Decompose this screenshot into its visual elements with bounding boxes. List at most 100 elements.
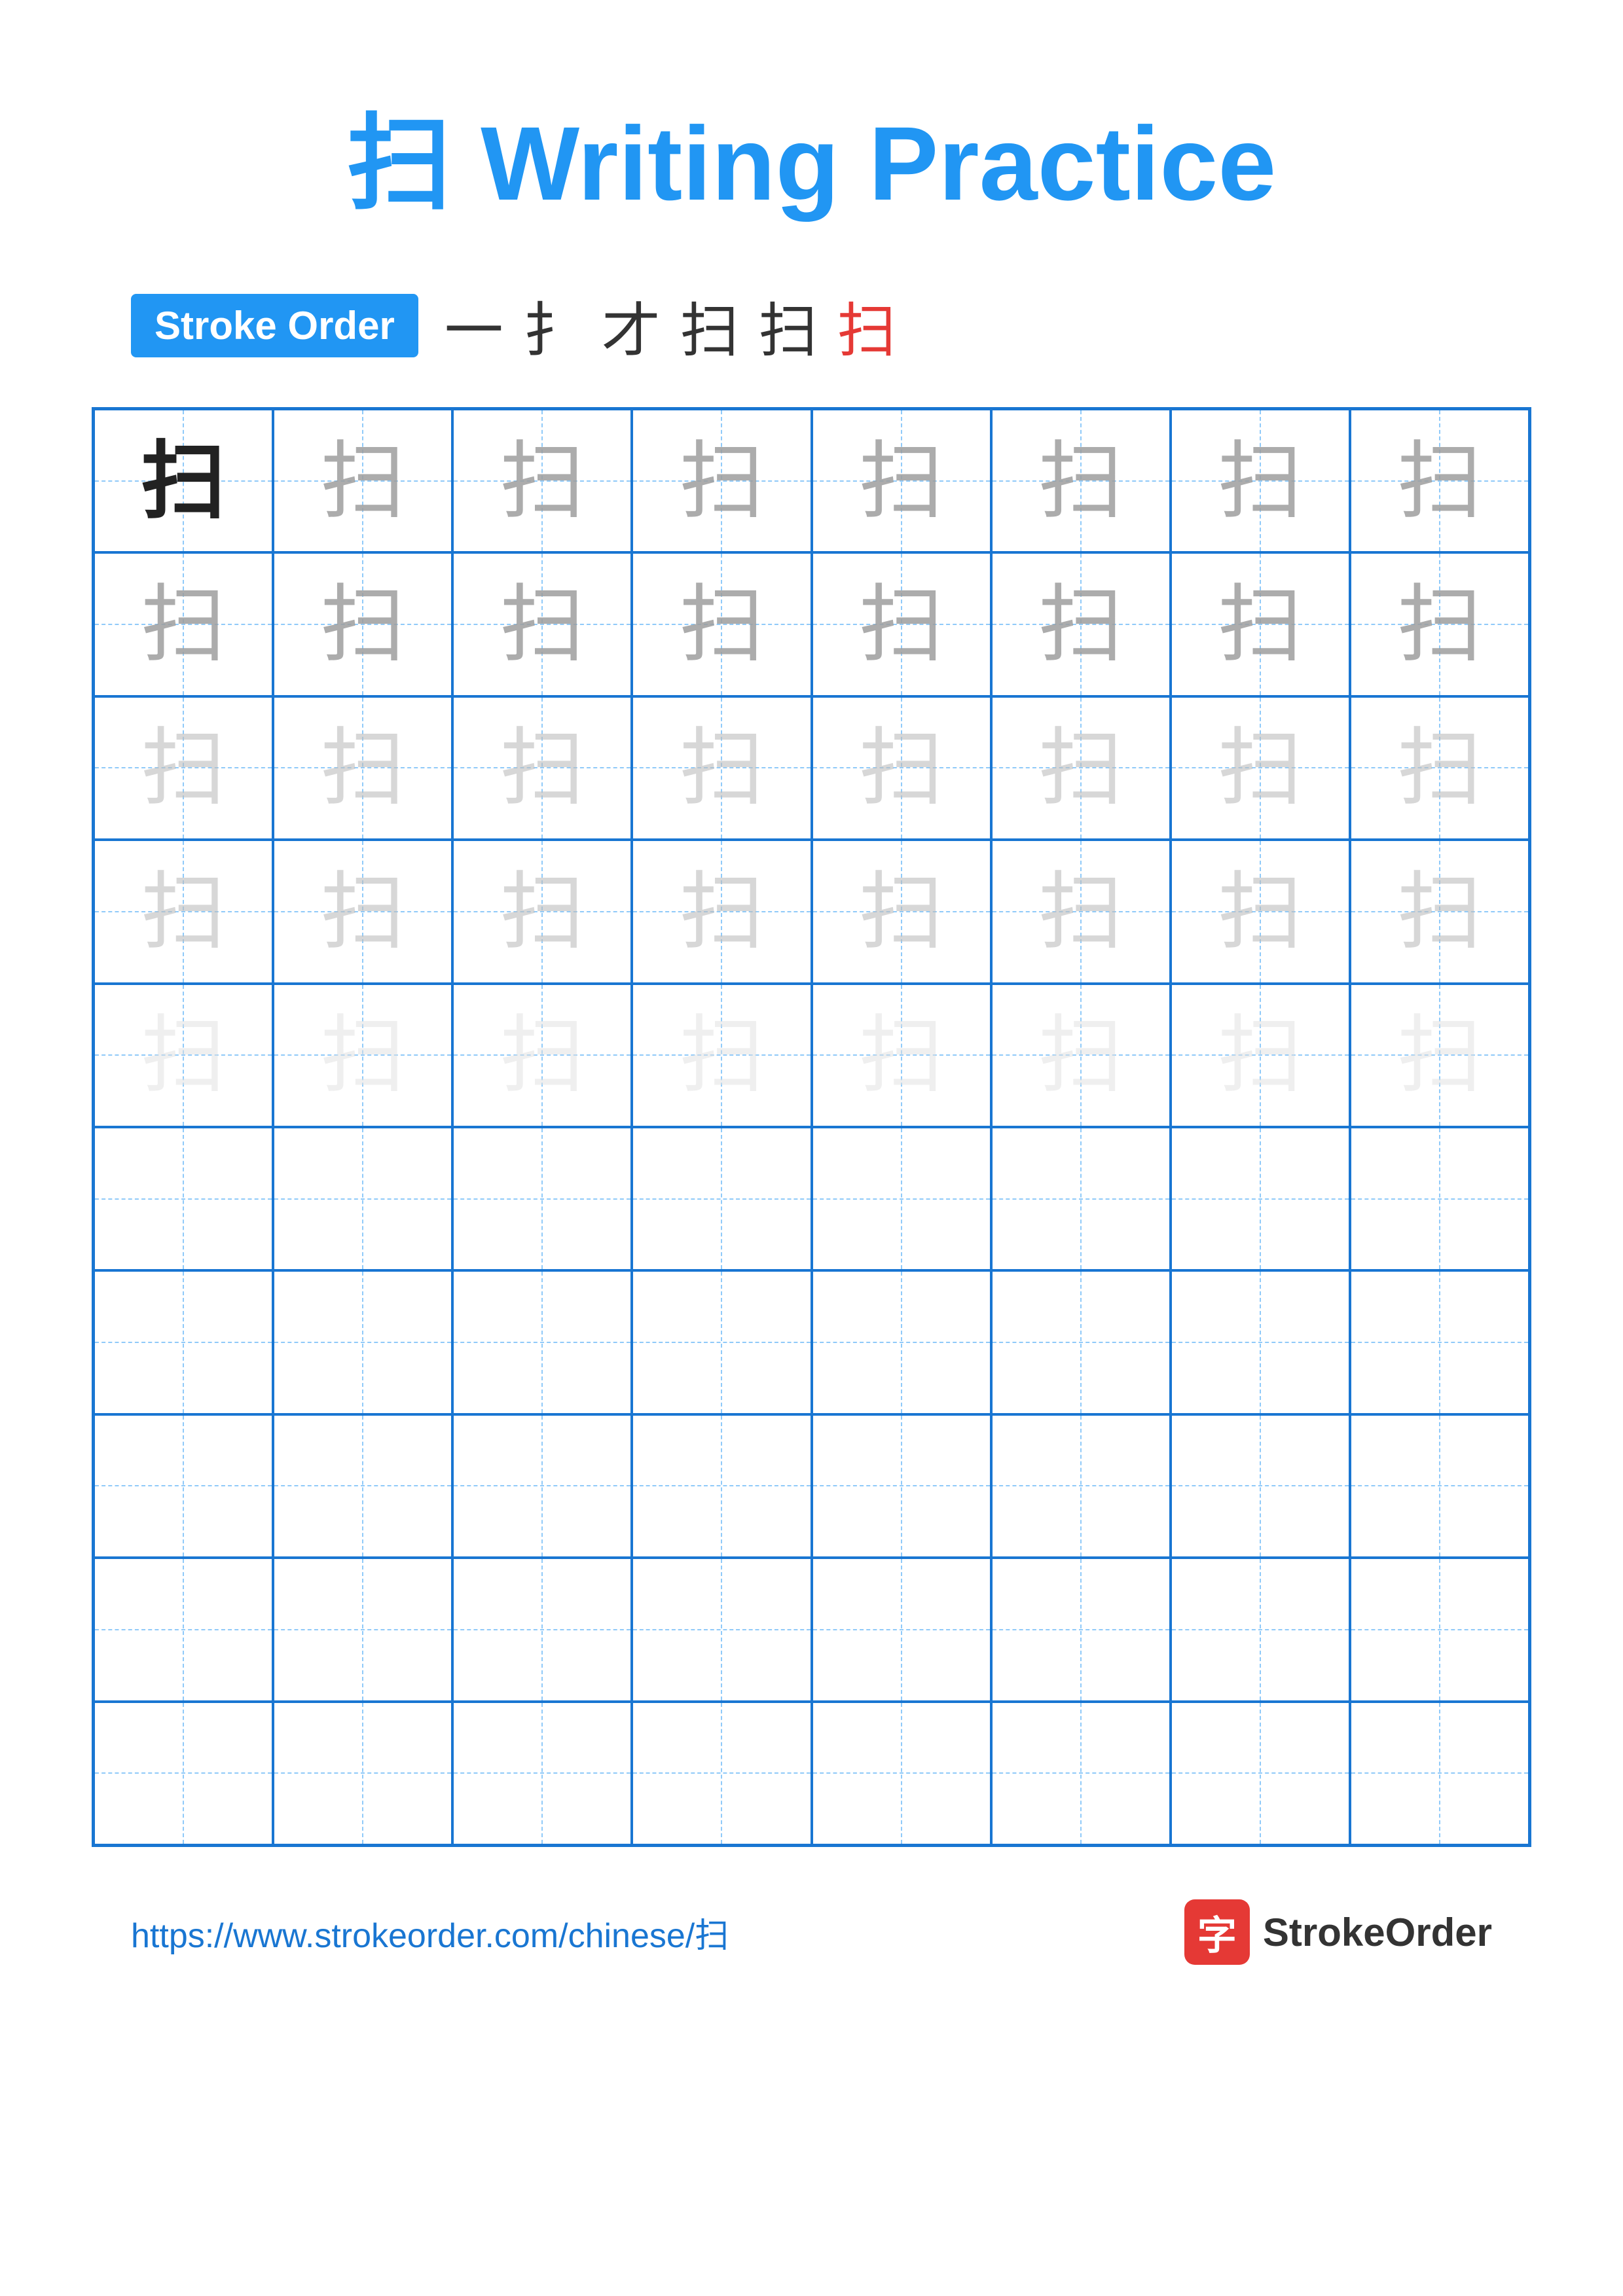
grid-cell[interactable] xyxy=(1171,1127,1350,1270)
grid-cell[interactable]: 扫 xyxy=(273,696,452,840)
grid-cell[interactable] xyxy=(812,1558,991,1701)
footer: https://www.strokeorder.com/chinese/扫 字 … xyxy=(92,1899,1531,1965)
grid-cell[interactable] xyxy=(991,1702,1171,1845)
grid-cell[interactable] xyxy=(273,1270,452,1414)
grid-cell[interactable] xyxy=(1350,1414,1529,1558)
grid-cell[interactable]: 扫 xyxy=(1350,696,1529,840)
grid-cell[interactable] xyxy=(991,1414,1171,1558)
grid-cell[interactable] xyxy=(1350,1702,1529,1845)
grid-cell[interactable] xyxy=(94,1558,273,1701)
brand-name: StrokeOrder xyxy=(1263,1910,1492,1955)
grid-cell[interactable]: 扫 xyxy=(452,840,632,983)
grid-cell[interactable] xyxy=(1171,1270,1350,1414)
grid-cell[interactable] xyxy=(991,1127,1171,1270)
grid-cell[interactable]: 扫 xyxy=(1350,840,1529,983)
practice-grid[interactable]: 扫 扫 扫 扫 扫 扫 扫 扫 扫 扫 扫 扫 扫 扫 扫 扫 扫 扫 扫 扫 … xyxy=(92,407,1531,1847)
grid-cell[interactable] xyxy=(1171,1702,1350,1845)
practice-char: 扫 xyxy=(141,582,226,667)
grid-cell[interactable] xyxy=(1350,1270,1529,1414)
practice-char: 扫 xyxy=(141,1013,226,1098)
grid-cell[interactable] xyxy=(1350,1127,1529,1270)
grid-cell[interactable]: 扫 xyxy=(632,984,811,1127)
grid-cell[interactable]: 扫 xyxy=(273,552,452,696)
grid-cell[interactable]: 扫 xyxy=(94,696,273,840)
grid-cell[interactable] xyxy=(812,1127,991,1270)
footer-url[interactable]: https://www.strokeorder.com/chinese/扫 xyxy=(131,1908,729,1957)
grid-cell[interactable]: 扫 xyxy=(1350,552,1529,696)
practice-char: 扫 xyxy=(1038,439,1123,524)
grid-cell[interactable] xyxy=(1350,1558,1529,1701)
practice-char: 扫 xyxy=(500,1013,585,1098)
grid-cell[interactable] xyxy=(452,1702,632,1845)
grid-cell[interactable]: 扫 xyxy=(94,409,273,552)
grid-cell[interactable] xyxy=(452,1270,632,1414)
grid-cell[interactable]: 扫 xyxy=(632,409,811,552)
grid-cell[interactable]: 扫 xyxy=(94,552,273,696)
grid-cell[interactable] xyxy=(632,1702,811,1845)
grid-cell[interactable]: 扫 xyxy=(1350,984,1529,1127)
grid-cell[interactable]: 扫 xyxy=(812,696,991,840)
grid-cell[interactable]: 扫 xyxy=(452,409,632,552)
practice-char: 扫 xyxy=(1218,439,1303,524)
grid-cell[interactable]: 扫 xyxy=(812,552,991,696)
grid-cell[interactable] xyxy=(632,1414,811,1558)
grid-cell[interactable]: 扫 xyxy=(1350,409,1529,552)
grid-cell[interactable]: 扫 xyxy=(991,552,1171,696)
grid-cell[interactable]: 扫 xyxy=(273,409,452,552)
grid-cell[interactable]: 扫 xyxy=(1171,552,1350,696)
practice-char: 扫 xyxy=(141,869,226,954)
grid-cell[interactable] xyxy=(94,1127,273,1270)
grid-cell[interactable] xyxy=(1171,1558,1350,1701)
grid-cell[interactable]: 扫 xyxy=(1171,696,1350,840)
grid-cell[interactable] xyxy=(273,1558,452,1701)
grid-cell[interactable] xyxy=(94,1270,273,1414)
grid-cell[interactable] xyxy=(632,1558,811,1701)
grid-cell[interactable] xyxy=(273,1702,452,1845)
grid-cell[interactable] xyxy=(812,1414,991,1558)
grid-cell[interactable]: 扫 xyxy=(812,409,991,552)
practice-char: 扫 xyxy=(1038,725,1123,810)
stroke-steps: 一 扌 才 扫 扫 扫 xyxy=(445,283,896,368)
grid-cell[interactable]: 扫 xyxy=(991,840,1171,983)
grid-cell[interactable] xyxy=(991,1270,1171,1414)
practice-char: 扫 xyxy=(1397,1013,1482,1098)
grid-cell[interactable]: 扫 xyxy=(273,984,452,1127)
grid-cell[interactable]: 扫 xyxy=(812,984,991,1127)
grid-cell[interactable]: 扫 xyxy=(94,840,273,983)
grid-cell[interactable]: 扫 xyxy=(632,696,811,840)
grid-cell[interactable]: 扫 xyxy=(94,984,273,1127)
grid-cell[interactable] xyxy=(812,1702,991,1845)
grid-cell[interactable] xyxy=(632,1270,811,1414)
grid-cell[interactable]: 扫 xyxy=(452,984,632,1127)
footer-brand: 字 StrokeOrder xyxy=(1184,1899,1492,1965)
practice-char: 扫 xyxy=(859,869,944,954)
practice-char: 扫 xyxy=(1397,439,1482,524)
grid-cell[interactable] xyxy=(452,1127,632,1270)
grid-cell[interactable]: 扫 xyxy=(1171,840,1350,983)
grid-cell[interactable]: 扫 xyxy=(273,840,452,983)
grid-cell[interactable] xyxy=(94,1414,273,1558)
practice-char: 扫 xyxy=(1038,1013,1123,1098)
grid-cell[interactable] xyxy=(1171,1414,1350,1558)
grid-cell[interactable] xyxy=(94,1702,273,1845)
grid-cell[interactable]: 扫 xyxy=(452,696,632,840)
grid-cell[interactable]: 扫 xyxy=(991,984,1171,1127)
grid-cell[interactable]: 扫 xyxy=(1171,984,1350,1127)
grid-cell[interactable]: 扫 xyxy=(1171,409,1350,552)
grid-cell[interactable] xyxy=(273,1127,452,1270)
grid-cell[interactable] xyxy=(632,1127,811,1270)
grid-cell[interactable]: 扫 xyxy=(812,840,991,983)
practice-char: 扫 xyxy=(1397,869,1482,954)
stroke-order-badge: Stroke Order xyxy=(131,294,418,357)
grid-cell[interactable] xyxy=(991,1558,1171,1701)
grid-cell[interactable] xyxy=(452,1558,632,1701)
grid-cell[interactable]: 扫 xyxy=(991,696,1171,840)
grid-cell[interactable]: 扫 xyxy=(991,409,1171,552)
grid-cell[interactable] xyxy=(273,1414,452,1558)
grid-cell[interactable] xyxy=(452,1414,632,1558)
stroke-step-1: 一 xyxy=(445,283,503,368)
grid-cell[interactable]: 扫 xyxy=(632,552,811,696)
grid-cell[interactable]: 扫 xyxy=(452,552,632,696)
grid-cell[interactable]: 扫 xyxy=(632,840,811,983)
grid-cell[interactable] xyxy=(812,1270,991,1414)
